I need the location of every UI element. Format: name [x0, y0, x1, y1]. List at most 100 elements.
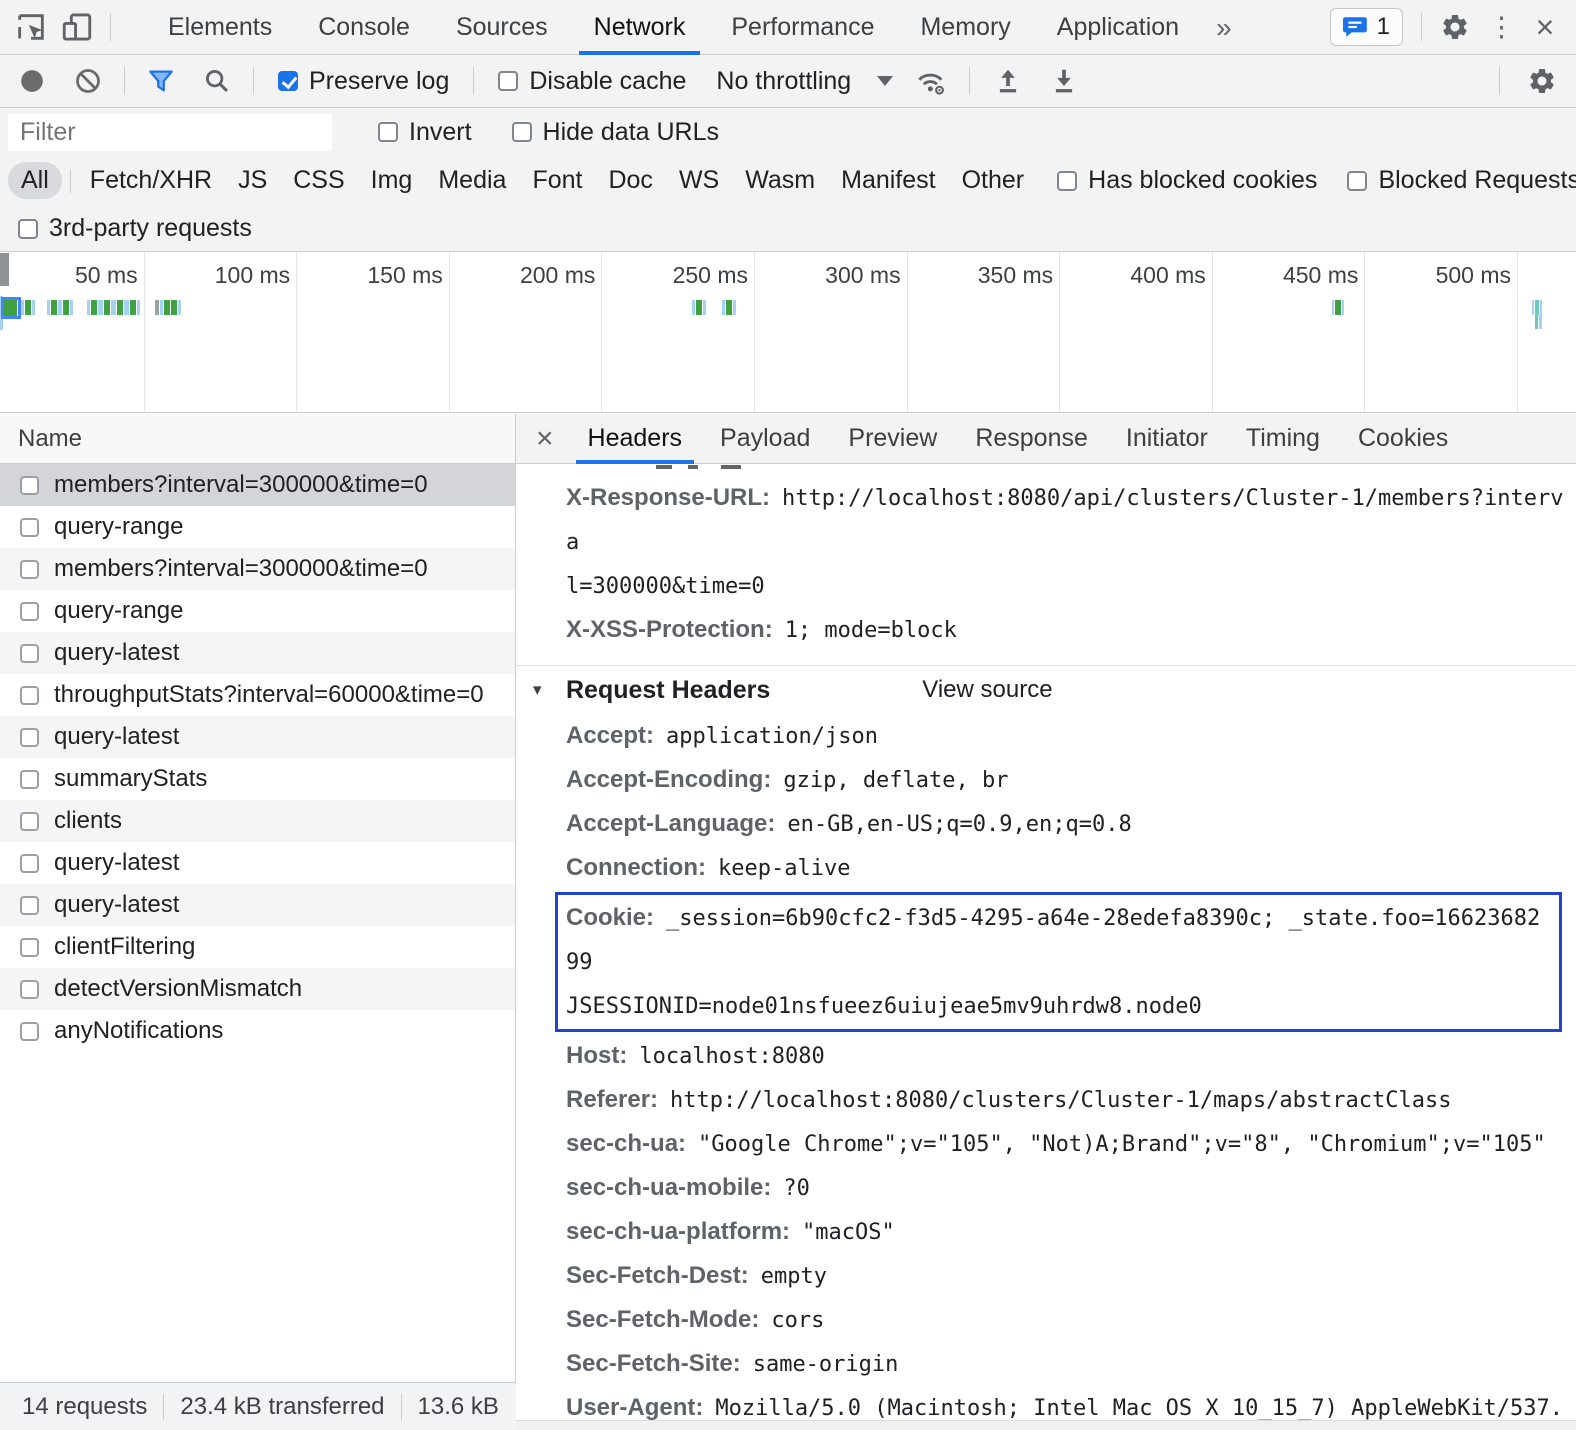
request-row[interactable]: query-range [0, 506, 515, 548]
waterfall-bar-selected[interactable] [1, 297, 21, 319]
request-checkbox[interactable] [20, 896, 39, 915]
network-settings-button[interactable] [1514, 58, 1570, 104]
disable-cache-checkbox[interactable] [498, 71, 518, 91]
waterfall-bar[interactable] [21, 300, 36, 315]
type-filter-font[interactable]: Font [519, 162, 595, 199]
type-filter-media[interactable]: Media [425, 162, 519, 199]
blocked-requests-checkbox[interactable] [1347, 171, 1367, 191]
tab-application[interactable]: Application [1034, 0, 1202, 55]
clear-network-log-button[interactable] [60, 58, 116, 104]
request-checkbox[interactable] [20, 560, 39, 579]
request-row[interactable]: query-latest [0, 716, 515, 758]
type-filter-ws[interactable]: WS [666, 162, 732, 199]
request-row[interactable]: query-latest [0, 842, 515, 884]
request-row[interactable]: query-latest [0, 884, 515, 926]
request-checkbox[interactable] [20, 644, 39, 663]
waterfall-bar[interactable] [59, 300, 74, 315]
tab-elements[interactable]: Elements [145, 0, 295, 55]
request-row[interactable]: query-range [0, 590, 515, 632]
waterfall-bar[interactable] [722, 300, 737, 315]
more-options-button[interactable]: ⋮ [1488, 12, 1512, 43]
request-row[interactable]: clientFiltering [0, 926, 515, 968]
throttling-dropdown[interactable]: No throttling [702, 67, 903, 96]
close-details-button[interactable]: × [516, 422, 572, 456]
request-row[interactable]: query-latest [0, 632, 515, 674]
search-button[interactable] [189, 58, 245, 104]
more-tabs-button[interactable]: » [1202, 0, 1246, 55]
tab-performance[interactable]: Performance [708, 0, 897, 55]
waterfall-bar[interactable] [1332, 300, 1345, 315]
inspect-element-button[interactable] [8, 4, 54, 50]
filter-input[interactable] [8, 114, 332, 151]
tab-cookies[interactable]: Cookies [1342, 414, 1464, 464]
waterfall-bar[interactable] [126, 300, 141, 315]
type-filter-doc[interactable]: Doc [595, 162, 665, 199]
tab-network[interactable]: Network [571, 0, 709, 55]
request-checkbox[interactable] [20, 602, 39, 621]
request-checkbox[interactable] [20, 1022, 39, 1041]
request-checkbox[interactable] [20, 938, 39, 957]
request-checkbox[interactable] [20, 980, 39, 999]
type-filter-js[interactable]: JS [225, 162, 280, 199]
request-checkbox[interactable] [20, 686, 39, 705]
request-row[interactable]: clients [0, 800, 515, 842]
request-checkbox[interactable] [20, 728, 39, 747]
name-column-header[interactable]: Name [0, 414, 515, 464]
headers-content[interactable]: X-Response-URL:http://localhost:8080/api… [516, 464, 1576, 1420]
has-blocked-cookies-checkbox[interactable] [1057, 171, 1077, 191]
request-checkbox[interactable] [20, 518, 39, 537]
tab-timing[interactable]: Timing [1230, 414, 1336, 464]
request-row[interactable]: detectVersionMismatch [0, 968, 515, 1010]
device-toolbar-icon [60, 10, 94, 44]
request-row[interactable]: members?interval=300000&time=0 [0, 464, 515, 506]
timeline-tick: 300 ms [758, 252, 908, 412]
close-devtools-button[interactable]: × [1530, 9, 1560, 46]
waterfall-bar[interactable] [155, 300, 182, 315]
tab-payload[interactable]: Payload [704, 414, 826, 464]
filter-toggle-button[interactable] [133, 58, 189, 104]
record-network-log-button[interactable] [4, 58, 60, 104]
waterfall-bar[interactable] [692, 300, 707, 315]
tab-memory[interactable]: Memory [897, 0, 1033, 55]
type-filter-manifest[interactable]: Manifest [828, 162, 948, 199]
export-har-button[interactable] [1036, 58, 1092, 104]
request-row[interactable]: members?interval=300000&time=0 [0, 548, 515, 590]
disclosure-triangle-icon[interactable]: ▾ [533, 680, 566, 700]
header-value: "macOS" [802, 1220, 895, 1245]
network-conditions-button[interactable] [903, 58, 959, 104]
settings-button[interactable] [1440, 12, 1470, 42]
request-checkbox[interactable] [20, 854, 39, 873]
device-toolbar-button[interactable] [54, 4, 100, 50]
tab-headers[interactable]: Headers [572, 414, 699, 464]
request-row[interactable]: summaryStats [0, 758, 515, 800]
type-filter-img[interactable]: Img [358, 162, 426, 199]
tab-initiator[interactable]: Initiator [1110, 414, 1224, 464]
type-filter-fetch-xhr[interactable]: Fetch/XHR [77, 162, 225, 199]
type-filter-wasm[interactable]: Wasm [732, 162, 828, 199]
request-checkbox[interactable] [20, 812, 39, 831]
waterfall-bar[interactable] [1532, 300, 1543, 315]
tab-sources[interactable]: Sources [433, 0, 571, 55]
timeline-overview[interactable]: 50 ms100 ms150 ms200 ms250 ms300 ms350 m… [0, 252, 1576, 413]
header-value: cors [771, 1308, 824, 1333]
hide-data-urls-checkbox[interactable] [512, 122, 532, 142]
waterfall-bar[interactable] [1535, 314, 1543, 329]
import-har-button[interactable] [980, 58, 1036, 104]
type-filter-all[interactable]: All [8, 162, 62, 199]
view-source-link[interactable]: View source [922, 676, 1052, 704]
type-filter-css[interactable]: CSS [280, 162, 357, 199]
request-checkbox[interactable] [20, 770, 39, 789]
tab-response[interactable]: Response [959, 414, 1104, 464]
preserve-log-checkbox[interactable] [278, 71, 298, 91]
third-party-requests-checkbox[interactable] [18, 219, 38, 239]
request-headers-section-header[interactable]: ▾ Request Headers View source [533, 666, 1568, 714]
request-row[interactable]: throughputStats?interval=60000&time=0 [0, 674, 515, 716]
tab-console[interactable]: Console [295, 0, 433, 55]
request-row[interactable]: anyNotifications [0, 1010, 515, 1052]
tab-preview[interactable]: Preview [832, 414, 953, 464]
request-checkbox[interactable] [20, 476, 39, 495]
issues-badge[interactable]: 1 [1330, 8, 1403, 46]
invert-checkbox[interactable] [378, 122, 398, 142]
type-filter-other[interactable]: Other [949, 162, 1038, 199]
timeline-tick: 350 ms [910, 252, 1060, 412]
